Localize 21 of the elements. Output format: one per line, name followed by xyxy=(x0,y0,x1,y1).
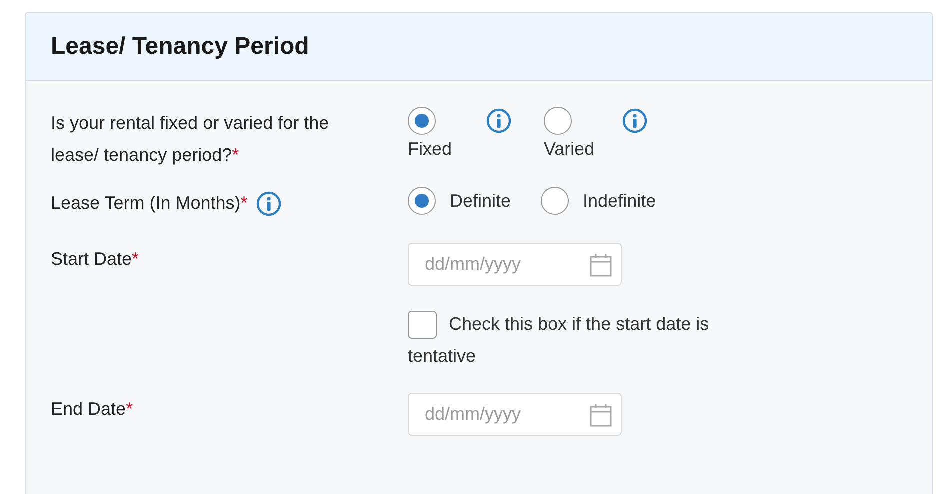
option-label: Fixed xyxy=(408,139,452,160)
calendar-icon[interactable] xyxy=(590,403,612,427)
radio-button[interactable] xyxy=(408,187,436,215)
option-label: Varied xyxy=(544,139,595,160)
calendar-icon[interactable] xyxy=(590,253,612,277)
field-label: Start Date* xyxy=(51,249,140,269)
info-icon[interactable] xyxy=(256,191,282,218)
field-label: End Date* xyxy=(51,399,134,419)
option-label: Definite xyxy=(450,190,512,212)
section-title: Lease/ Tenancy Period xyxy=(51,32,310,60)
tentative-checkbox[interactable]: Check this box if the start date is tentative xyxy=(408,308,758,372)
field-label: Lease Term (In Months)* xyxy=(51,193,248,213)
info-icon[interactable] xyxy=(486,108,512,134)
date-field[interactable]: dd/mm/yyyy xyxy=(408,393,622,436)
info-icon[interactable] xyxy=(622,108,648,134)
date-field[interactable]: dd/mm/yyyy xyxy=(408,243,622,286)
radio-button[interactable] xyxy=(541,187,570,215)
radio-button[interactable] xyxy=(544,107,572,135)
option-label: Indefinite xyxy=(583,190,656,212)
field-label: Is your rental fixed or varied for the lease/ tenancy period?* xyxy=(51,113,330,165)
radio-button[interactable] xyxy=(408,107,436,135)
